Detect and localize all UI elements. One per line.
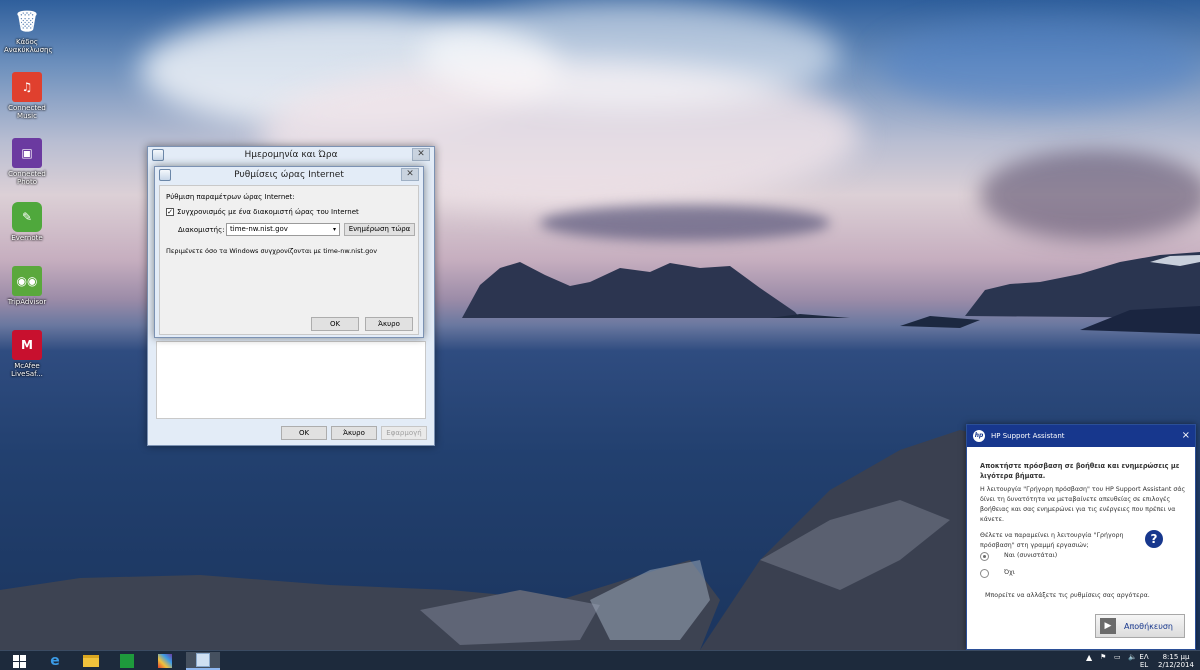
owl-icon: ◉◉ (12, 266, 42, 296)
trash-icon: 🗑 (14, 9, 40, 33)
taskbar: e ▲ ⚑ ▭ 🔈 ΕΛ EL 8:15 μμ 2/12/2014 (0, 650, 1200, 670)
server-label: Διακομιστής: (178, 226, 225, 234)
sync-checkbox-row[interactable]: ✓ Συγχρονισμός με ένα διακομιστή ώρας το… (166, 208, 359, 216)
hp-logo-icon: hp (973, 430, 985, 442)
shield-icon: M (12, 330, 42, 360)
chevron-down-icon: ▾ (332, 226, 336, 233)
internet-time-title: Ρυθμίσεις ώρας Internet (234, 170, 344, 180)
datetime-apply-button[interactable]: Εφαρμογή (381, 426, 427, 440)
help-icon[interactable]: ? (1145, 530, 1163, 548)
clock[interactable]: 8:15 μμ 2/12/2014 (1156, 653, 1196, 669)
photos-app-icon[interactable] (148, 652, 182, 670)
internet-time-dialog: Ρυθμίσεις ώρας Internet ✕ Ρύθμιση παραμέ… (154, 166, 424, 338)
sync-checkbox[interactable]: ✓ (166, 208, 174, 216)
desktop-icon-label: Κάδος Ανακύκλωσης (4, 38, 53, 54)
internet-time-panel: Ρύθμιση παραμέτρων ώρας Internet: ✓ Συγχ… (159, 185, 419, 335)
datetime-title: Ημερομηνία και Ώρα (244, 150, 338, 160)
clock-icon (159, 169, 171, 181)
file-explorer-icon[interactable] (74, 652, 108, 670)
internet-time-cancel-button[interactable]: Άκυρο (365, 317, 413, 331)
desktop-icon-mcafee[interactable]: M McAfee LiveSaf... (4, 330, 50, 378)
save-button[interactable]: ▶ Αποθήκευση (1095, 614, 1185, 638)
desktop-icon-label: Evernote (11, 234, 43, 242)
close-icon[interactable]: ✕ (412, 148, 430, 161)
internet-time-titlebar[interactable]: Ρυθμίσεις ώρας Internet ✕ (155, 167, 423, 183)
desktop-icon-evernote[interactable]: ✎ Evernote (4, 202, 50, 242)
elephant-icon: ✎ (12, 202, 42, 232)
option-yes-label: Ναι (συνιστάται) (1004, 552, 1058, 559)
sync-status-text: Περιμένετε όσο τα Windows συγχρονίζονται… (166, 247, 378, 255)
hp-body-text: Η λειτουργία "Γρήγορη πρόσβαση" του HP S… (980, 486, 1186, 523)
datetime-content-area (156, 341, 426, 419)
music-icon: ♫ (12, 72, 42, 102)
internet-explorer-icon[interactable]: e (38, 652, 72, 670)
windows-logo-icon (12, 654, 26, 668)
clock-time: 8:15 μμ (1162, 653, 1190, 661)
photo-icon: ▣ (12, 138, 42, 168)
datetime-titlebar[interactable]: Ημερομηνία και Ώρα ✕ (148, 147, 434, 163)
desktop-icon-recycle-bin[interactable]: 🗑 Κάδος Ανακύκλωσης (4, 6, 53, 54)
start-button[interactable] (2, 652, 36, 670)
clock-date: 2/12/2014 (1158, 661, 1194, 669)
close-icon[interactable]: × (1182, 425, 1190, 447)
clock-icon (152, 149, 164, 161)
desktop-icon-connected-photo[interactable]: ▣ Connected Photo (4, 138, 50, 186)
play-icon: ▶ (1100, 618, 1116, 634)
datetime-cancel-button[interactable]: Άκυρο (331, 426, 377, 440)
network-icon[interactable]: ▭ (1114, 653, 1121, 661)
desktop-icon-connected-music[interactable]: ♫ Connected Music (4, 72, 50, 120)
hp-footer-note: Μπορείτε να αλλάξετε τις ρυθμίσεις σας α… (985, 592, 1150, 599)
desktop-icon-tripadvisor[interactable]: ◉◉ TripAdvisor (4, 266, 50, 306)
language-sub: EL (1139, 661, 1149, 669)
section-label: Ρύθμιση παραμέτρων ώρας Internet: (166, 193, 295, 201)
chevron-up-icon[interactable]: ▲ (1086, 653, 1092, 662)
desktop-icon-label: Connected Photo (8, 170, 46, 186)
action-center-icon[interactable]: ⚑ (1100, 653, 1106, 661)
hp-popup-titlebar: hp HP Support Assistant × (967, 425, 1195, 447)
store-icon[interactable] (110, 652, 144, 670)
datetime-ok-button[interactable]: OK (281, 426, 327, 440)
close-icon[interactable]: ✕ (401, 168, 419, 181)
radio-no[interactable] (980, 569, 989, 578)
update-now-button[interactable]: Ενημέρωση τώρα (344, 223, 415, 236)
language-indicator[interactable]: ΕΛ EL (1138, 653, 1150, 669)
option-no-label: Όχι (1004, 569, 1015, 576)
hp-support-popup: hp HP Support Assistant × Αποκτήστε πρόσ… (966, 424, 1196, 650)
hp-question: Θέλετε να παραμείνει η λειτουργία "Γρήγο… (980, 532, 1124, 549)
hp-popup-title: HP Support Assistant (991, 432, 1065, 440)
desktop-icon-label: McAfee LiveSaf... (11, 362, 43, 378)
save-button-label: Αποθήκευση (1124, 621, 1173, 631)
radio-yes[interactable] (980, 552, 989, 561)
desktop-icon-label: TripAdvisor (7, 298, 47, 306)
language-code: ΕΛ (1139, 653, 1149, 661)
server-dropdown[interactable]: time-nw.nist.gov ▾ (226, 223, 340, 236)
hp-headline: Αποκτήστε πρόσβαση σε βοήθεια και ενημερ… (980, 462, 1180, 480)
server-value: time-nw.nist.gov (230, 225, 288, 233)
sync-checkbox-label: Συγχρονισμός με ένα διακομιστή ώρας του … (177, 208, 359, 216)
datetime-taskbar-icon[interactable] (186, 652, 220, 670)
desktop-icon-label: Connected Music (8, 104, 46, 120)
volume-icon[interactable]: 🔈 (1128, 653, 1137, 661)
internet-time-ok-button[interactable]: OK (311, 317, 359, 331)
